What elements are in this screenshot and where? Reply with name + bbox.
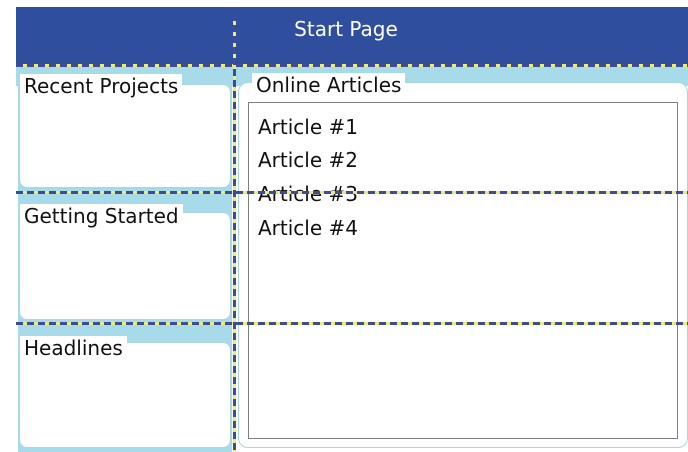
headlines-title: Headlines xyxy=(20,336,127,360)
recent-projects-panel[interactable] xyxy=(19,84,231,188)
getting-started-title: Getting Started xyxy=(20,204,183,228)
guide-line-vertical xyxy=(233,14,236,452)
guide-line-horizontal-2 xyxy=(16,191,688,194)
online-articles-title: Online Articles xyxy=(252,73,406,97)
recent-projects-title: Recent Projects xyxy=(20,74,183,98)
guide-line-horizontal-3 xyxy=(16,322,688,325)
guide-line-horizontal-1 xyxy=(16,64,688,67)
page-title: Start Page xyxy=(294,17,398,41)
article-link-3[interactable]: Article #3 xyxy=(258,182,358,206)
getting-started-panel[interactable] xyxy=(19,212,231,320)
article-link-2[interactable]: Article #2 xyxy=(258,148,358,172)
article-link-4[interactable]: Article #4 xyxy=(258,216,358,240)
article-link-1[interactable]: Article #1 xyxy=(258,115,358,139)
